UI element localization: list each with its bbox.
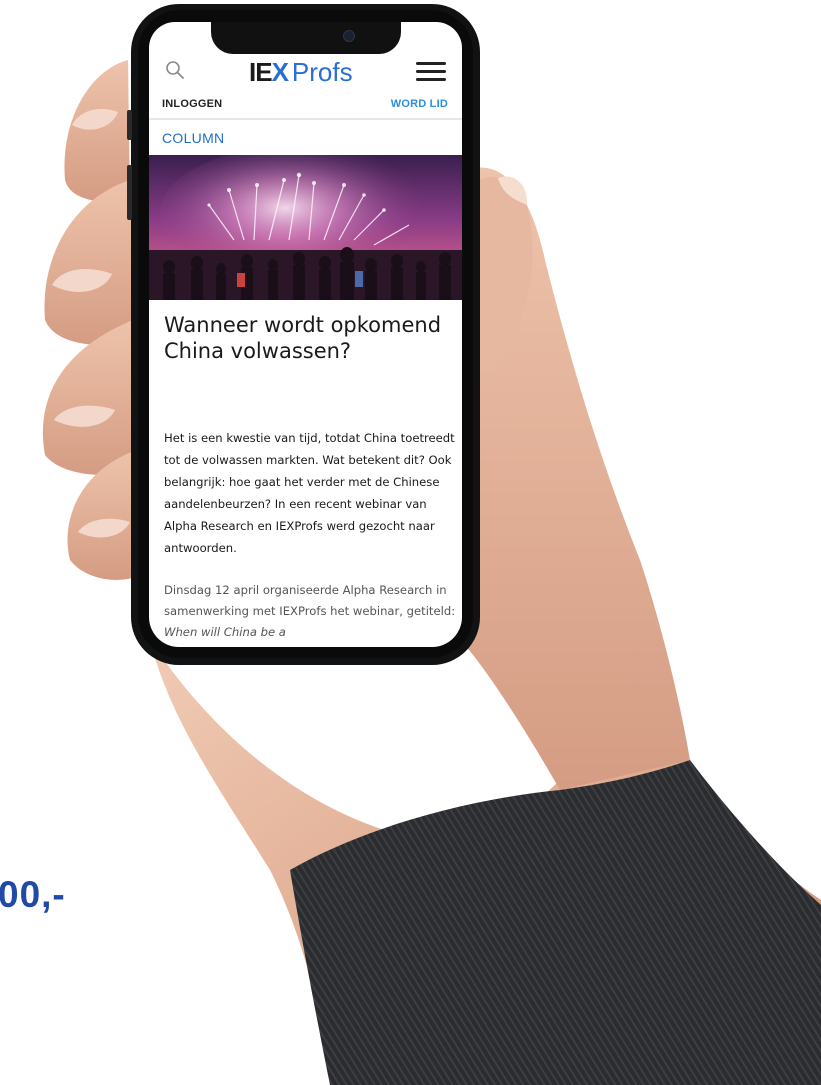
price-fragment: 00,- bbox=[0, 874, 66, 915]
scene: 00,- IEXProfs INLOGGEN WORD LID COLUMN bbox=[0, 0, 821, 1085]
article-body: Dinsdag 12 april organiseerde Alpha Rese… bbox=[164, 580, 456, 643]
phone-notch bbox=[211, 22, 401, 54]
login-link[interactable]: INLOGGEN bbox=[162, 98, 222, 110]
join-link[interactable]: WORD LID bbox=[391, 98, 448, 110]
article-body-italic: When will China be a bbox=[164, 625, 286, 639]
logo-text-ie: IE bbox=[249, 57, 273, 87]
camera-icon bbox=[343, 30, 355, 42]
search-icon[interactable] bbox=[165, 60, 185, 80]
article-body-text: Dinsdag 12 april organiseerde Alpha Rese… bbox=[164, 583, 456, 618]
article-hero-image bbox=[149, 155, 462, 300]
article-title[interactable]: Wanneer wordt opkomend China volwassen? bbox=[164, 312, 454, 364]
iexprofs-logo[interactable]: IEX Profs bbox=[249, 56, 353, 88]
hamburger-menu-icon[interactable] bbox=[416, 62, 446, 82]
phone-screen: IEX Profs INLOGGEN WORD LID COLUMN Wanne… bbox=[149, 22, 462, 647]
article-intro: Het is een kwestie van tijd, totdat Chin… bbox=[164, 431, 455, 555]
logo-text-profs: Profs bbox=[291, 57, 353, 87]
app-header: IEX Profs bbox=[149, 52, 462, 94]
auth-bar: INLOGGEN WORD LID bbox=[149, 94, 462, 120]
article-category[interactable]: COLUMN bbox=[162, 130, 224, 146]
logo-text-x: X bbox=[271, 57, 289, 87]
